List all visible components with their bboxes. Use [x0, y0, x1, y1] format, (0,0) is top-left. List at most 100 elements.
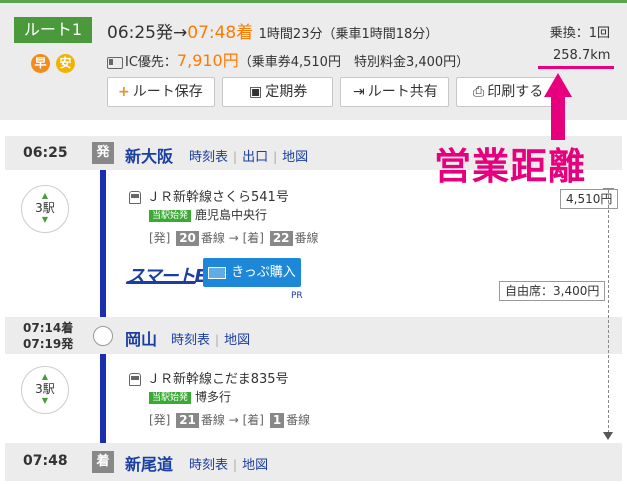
train-name-text: ＪＲ新幹線さくら541号 — [147, 190, 289, 205]
print-label: 印刷する — [487, 84, 544, 100]
track-suffix: 番線 — [200, 231, 225, 245]
arrival-time: 07:48着 — [187, 23, 254, 43]
origin-badge: 当駅始発 — [149, 210, 192, 222]
arr-label: [着] — [242, 413, 264, 427]
train-icon — [129, 373, 141, 386]
arr-track: 22 — [269, 231, 293, 246]
station-links: 時刻表 | 地図 — [171, 329, 250, 348]
link-separator: | — [233, 458, 238, 472]
map-link[interactable]: 地図 — [224, 333, 250, 348]
annotation-label: 営業距離 — [434, 145, 586, 188]
buy-ticket-button[interactable]: きっぷ購入 — [203, 258, 301, 287]
train-name: ＪＲ新幹線さくら541号 — [129, 186, 289, 205]
dep-track: 20 — [176, 231, 199, 246]
train-icon — [129, 191, 141, 204]
station-links: 時刻表 | 地図 — [189, 454, 268, 473]
platform-info: [発] 20 番線 → [着] 22 番線 — [149, 231, 319, 246]
annotation-arrow-icon — [544, 73, 572, 97]
link-separator: | — [233, 150, 238, 164]
pr-label: PR — [291, 291, 303, 301]
map-link[interactable]: 地図 — [282, 150, 308, 165]
pass-icon: ▣ — [249, 84, 263, 100]
fare-total: 7,910円 — [176, 51, 239, 70]
stop-count-toggle[interactable]: ▲ 3駅 ▼ — [21, 366, 69, 414]
train-destination: 当駅始発 鹿児島中央行 — [149, 204, 267, 223]
fare-range-arrow-icon — [603, 432, 613, 440]
print-button[interactable]: ⎙ 印刷する — [456, 77, 556, 107]
dep-label: [発] — [149, 413, 171, 427]
commuter-pass-button[interactable]: ▣ 定期券 — [222, 77, 333, 107]
timetable-link[interactable]: 時刻表 — [189, 458, 228, 473]
station-name[interactable]: 新尾道 — [125, 451, 173, 475]
timetable-link[interactable]: 時刻表 — [171, 333, 210, 348]
stop-count: 3駅 — [35, 382, 55, 396]
ic-card-icon — [107, 56, 123, 69]
share-icon: ⇥ — [353, 84, 365, 100]
fare-range-line — [608, 190, 610, 438]
distance-highlight-underline — [538, 66, 614, 69]
fare-range-tick — [603, 188, 614, 189]
destination-text: 鹿児島中央行 — [195, 208, 268, 222]
departure-time: 06:25発 — [107, 23, 173, 43]
fare-summary: IC優先：7,910円（乗車券4,510円 特別料金3,400円） — [107, 47, 469, 71]
destination-text: 博多行 — [195, 390, 232, 404]
train-name-text: ＪＲ新幹線こだま835号 — [147, 372, 289, 387]
train-name: ＪＲ新幹線こだま835号 — [129, 368, 289, 387]
printer-icon: ⎙ — [473, 84, 485, 100]
station-name[interactable]: 岡山 — [125, 326, 157, 350]
annotation-arrow-shaft — [551, 95, 565, 140]
station-times: 07:14着 07:19発 — [23, 320, 73, 352]
chevron-down-icon: ▼ — [41, 215, 49, 224]
chevron-up-icon: ▲ — [41, 372, 49, 381]
arr-track: 1 — [269, 413, 285, 428]
arrival-badge: 着 — [92, 451, 114, 473]
cheap-tag: 安 — [56, 54, 75, 73]
dep-label: [発] — [149, 231, 171, 245]
exit-link[interactable]: 出口 — [242, 150, 268, 165]
platform-info: [発] 21 番線 → [着] 1 番線 — [149, 413, 311, 428]
dep-track: 21 — [176, 413, 199, 428]
ic-label: IC優先： — [125, 55, 177, 70]
time-arrow: → — [173, 23, 188, 43]
timetable-link[interactable]: 時刻表 — [189, 150, 228, 165]
chevron-down-icon: ▼ — [41, 396, 49, 405]
save-route-label: ルート保存 — [132, 84, 203, 100]
share-route-button[interactable]: ⇥ ルート共有 — [340, 77, 449, 107]
transfer-count: 乗換：1回 — [549, 26, 610, 41]
station-time: 07:48 — [23, 453, 68, 469]
commuter-pass-label: 定期券 — [265, 84, 308, 100]
plus-icon: + — [118, 84, 130, 100]
origin-badge: 当駅始発 — [149, 392, 192, 404]
station-name[interactable]: 新大阪 — [125, 143, 173, 167]
station-links: 時刻表 | 出口 | 地図 — [189, 146, 308, 165]
link-separator: | — [215, 333, 220, 347]
stop-count-toggle[interactable]: ▲ 3駅 ▼ — [21, 185, 69, 233]
fast-tag: 早 — [31, 54, 50, 73]
train-destination: 当駅始発 博多行 — [149, 386, 231, 405]
departure-badge: 発 — [92, 142, 114, 164]
link-separator: | — [273, 150, 278, 164]
route-number-badge[interactable]: ルート1 — [14, 17, 92, 43]
buy-ticket-label: きっぷ購入 — [231, 265, 296, 280]
map-link[interactable]: 地図 — [242, 458, 268, 473]
duration: 1時間23分（乗車1時間18分） — [258, 27, 439, 42]
route-distance: 258.7km — [553, 48, 611, 63]
smartex-logo-swoosh — [125, 281, 197, 284]
save-route-button[interactable]: + ルート保存 — [107, 77, 215, 107]
share-route-label: ルート共有 — [367, 84, 438, 100]
transfer-station-marker — [93, 326, 113, 346]
seat-fare-box: 自由席：3,400円 — [499, 281, 606, 301]
fare-detail: （乗車券4,510円 特別料金3,400円） — [238, 55, 470, 70]
stop-count: 3駅 — [35, 201, 55, 215]
track-suffix: 番線 — [286, 413, 311, 427]
chevron-up-icon: ▲ — [41, 191, 49, 200]
track-suffix: 番線 — [294, 231, 319, 245]
arrival-time: 07:14着 — [23, 321, 74, 335]
track-suffix: 番線 — [200, 413, 225, 427]
route-line — [100, 166, 106, 446]
departure-time: 07:19発 — [23, 337, 74, 351]
arr-label: [着] — [242, 231, 264, 245]
card-icon — [208, 266, 227, 279]
route-time-summary: 06:25発→07:48着 1時間23分（乗車1時間18分） — [107, 18, 438, 43]
station-time: 06:25 — [23, 145, 68, 161]
